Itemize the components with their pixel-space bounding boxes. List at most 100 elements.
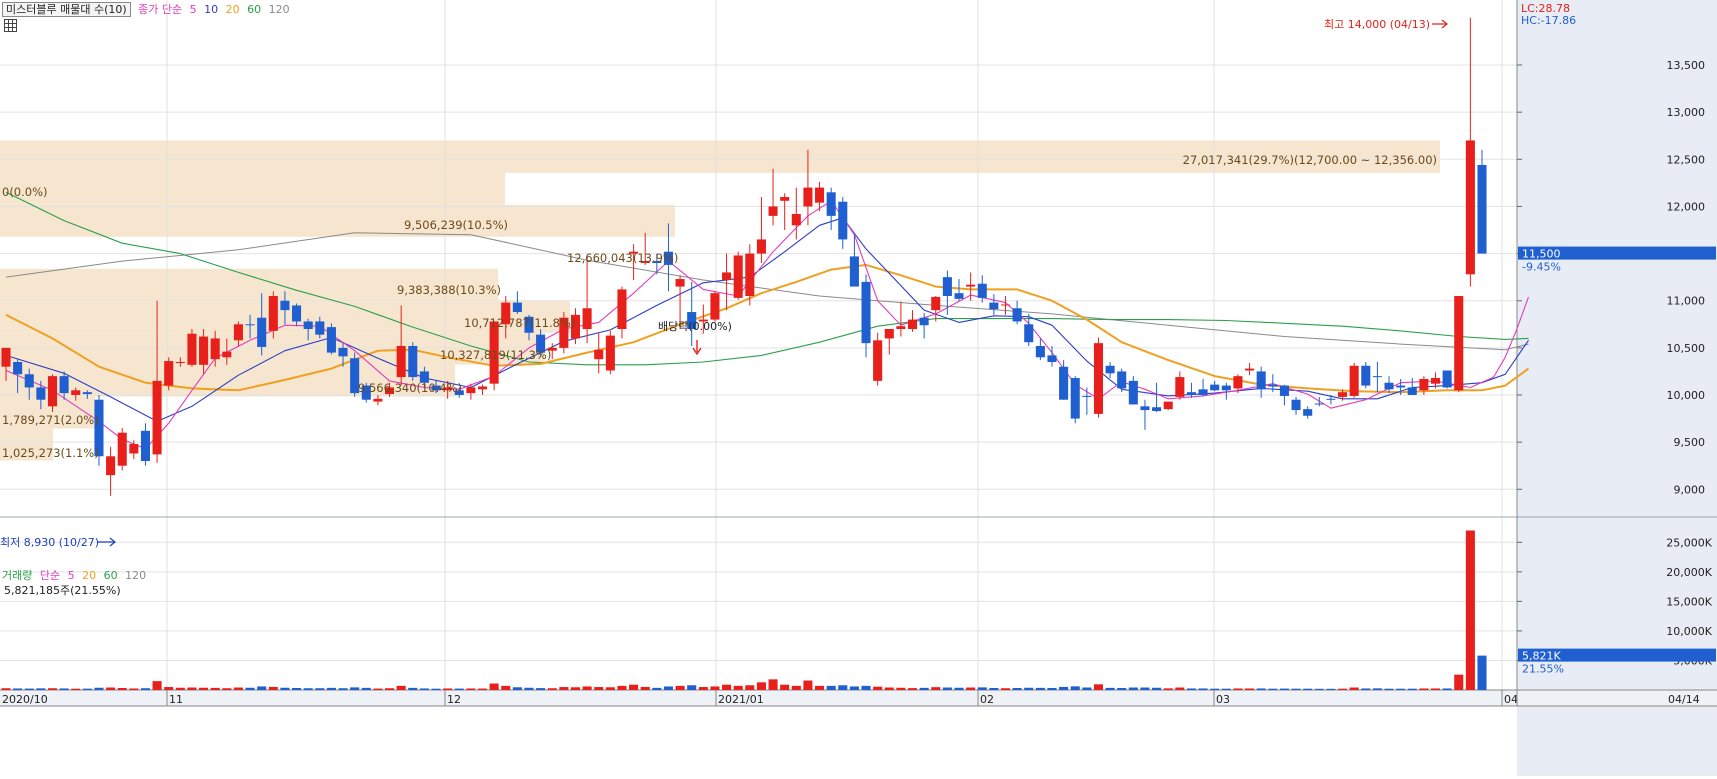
candle-body [210,338,220,360]
candle-body [966,284,976,287]
candle-body [594,349,604,360]
candle-body [1279,385,1289,396]
volume-bar [873,686,883,690]
candle-body [582,308,592,330]
volume-legend: 거래량 단순 5 20 60 120 [2,567,150,583]
volume-bar [942,687,952,690]
candle-body [1070,378,1080,419]
candle-body [1442,370,1452,388]
candle-body [919,317,929,326]
candle-body [675,279,685,287]
candle-body [338,347,348,357]
volume-tick-label: 20,000K [1666,566,1712,579]
ma20-legend: 20 [225,3,240,16]
candle-body [59,376,69,394]
volume-bar [849,686,859,690]
volume-bar [629,684,639,690]
volume-bar [1442,688,1452,690]
dividend-annotation: 배당락(0.00%) [658,320,732,333]
volume-profile-label: 27,017,341(29.7%)(12,700.00 ~ 12,356.00) [1183,153,1437,167]
volume-bar [1035,687,1045,690]
indicator-title[interactable]: 미스터블루 매물대 수(10) [2,2,131,17]
volume-bar [292,687,302,690]
volume-bar [733,685,743,690]
volume-bar [140,688,150,690]
volume-bar [1454,674,1464,690]
volume-bar [268,686,278,690]
candle-body [722,272,732,280]
candle-body [907,319,918,330]
candle-body [1163,401,1173,410]
volume-bar [954,687,964,690]
candle-body [175,362,185,364]
volume-bar [1233,688,1243,690]
volume-bar [1175,687,1185,690]
volume-bar [1210,688,1220,690]
volume-bar [1012,687,1022,690]
candle-body [13,362,23,375]
volume-bar [1152,687,1162,690]
volume-profile-label: 9,383,388(10.3%) [397,283,501,297]
date-tick-label: 2021/01 [718,693,764,706]
candle-body [222,351,232,358]
volume-bar [570,687,581,690]
volume-bar [1303,688,1313,690]
volume-bar [1396,688,1406,690]
volume-bar [1430,688,1441,690]
candle-body [373,398,383,402]
ma10-legend: 10 [204,3,219,16]
candle-body [199,336,209,365]
volume-bar [280,687,290,690]
volume-bar [82,688,92,690]
high-annotation: 최고 14,000 (04/13) [1324,18,1430,31]
volume-bar [1384,688,1394,690]
stock-chart[interactable]: 9,000 9,500 10,000 10,500 11,000 11,500 12,000… [0,0,1717,776]
candle-body [1454,296,1464,391]
price-tick-label: 9,500 [1674,436,1706,449]
volume-bar [1314,688,1324,690]
candle-body [745,253,755,297]
candle-body [268,296,278,331]
volume-bar [675,685,685,690]
volume-bar [1117,687,1127,690]
price-legend: 미스터블루 매물대 수(10) 종가 단순 5 10 20 60 120 [2,1,294,17]
candle-body [129,444,139,454]
grid-icon[interactable] [4,19,17,32]
candle-body [1349,365,1359,396]
candle-body [768,206,778,216]
candle-body [1198,389,1208,395]
volume-bar [536,688,546,690]
candle-body [815,187,825,203]
volume-bar [408,687,418,690]
volume-bar [1,688,11,690]
ma60-legend: 60 [247,3,262,16]
candle-body [931,296,941,311]
volume-bar [1477,655,1487,690]
low-annotation: 최저 8,930 (10/27) [0,536,99,549]
volume-bar [431,688,441,690]
date-tick-label: 04 [1504,693,1518,706]
volume-bar [59,688,69,690]
date-axis-background [0,690,1717,706]
volume-bar [768,679,778,690]
volume-bar [1198,688,1208,690]
candle-body [1256,371,1266,390]
volume-bar [512,687,522,690]
volume-bar [1256,688,1266,690]
candle-body [1430,378,1441,384]
candle-body [1396,385,1406,388]
candle-body [280,300,290,311]
volume-bar [547,688,557,690]
volume-bar [710,686,720,690]
ma-legend-label: 종가 단순 [138,3,183,16]
volume-bar [245,687,255,690]
vma120-legend: 120 [125,569,147,582]
candle-body [47,376,58,407]
candle-body [1024,324,1034,343]
volume-bar [884,687,894,690]
volume-bar [326,687,336,690]
candle-body [1175,377,1185,397]
candle-body [1384,382,1394,390]
candle-body [1477,164,1487,254]
candle-body [1152,407,1162,412]
